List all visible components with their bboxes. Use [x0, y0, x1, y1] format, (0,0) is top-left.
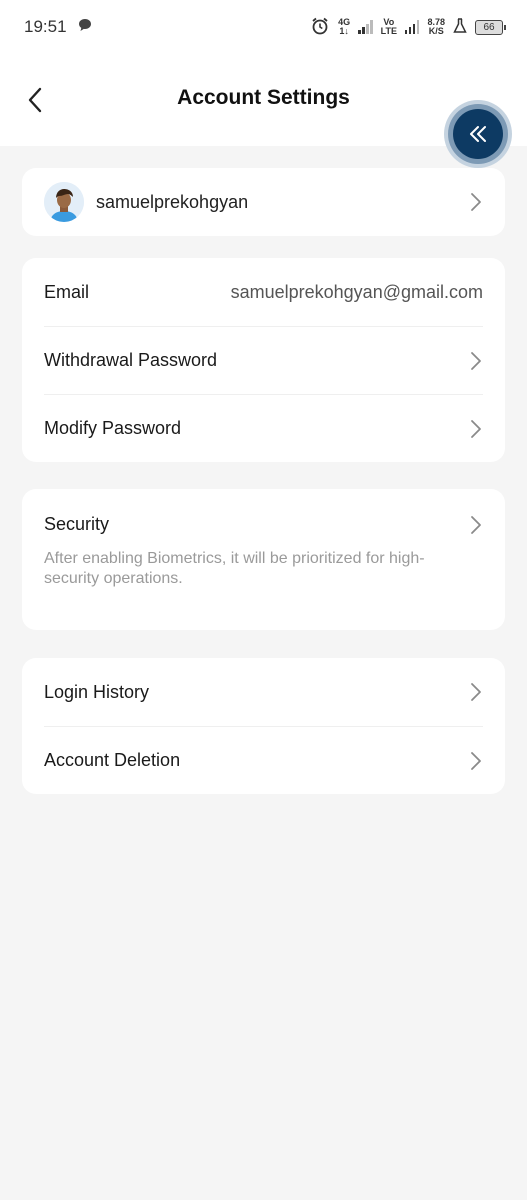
login-history-label: Login History [44, 681, 150, 702]
status-bar: 19:51 4G 1↓ Vo LTE 8.78 K/S 66 [0, 0, 527, 54]
chevron-right-icon [469, 192, 483, 212]
chevron-right-icon [469, 515, 483, 535]
chat-bubble-icon [77, 17, 93, 38]
username: samuelprekohgyan [96, 191, 249, 212]
double-chevron-left-icon [470, 126, 486, 142]
chevron-right-icon [469, 682, 483, 702]
status-left: 19:51 [24, 17, 93, 38]
security-row[interactable]: Security After enabling Biometrics, it w… [22, 489, 505, 589]
login-history-row[interactable]: Login History [44, 658, 483, 726]
flask-icon [453, 18, 467, 36]
security-label: Security [44, 514, 110, 534]
chevron-right-icon [469, 751, 483, 771]
chevron-right-icon [469, 419, 483, 439]
alarm-icon [310, 16, 330, 38]
status-right: 4G 1↓ Vo LTE 8.78 K/S 66 [310, 16, 506, 38]
account-deletion-label: Account Deletion [44, 750, 181, 770]
floating-button-wrapper [444, 100, 512, 168]
speed-indicator: 8.78 K/S [427, 17, 445, 36]
account-deletion-row[interactable]: Account Deletion [44, 726, 483, 794]
account-card: Email samuelprekohgyan@gmail.com Withdra… [22, 258, 505, 462]
withdrawal-password-row[interactable]: Withdrawal Password [44, 326, 483, 394]
modify-password-row[interactable]: Modify Password [44, 394, 483, 462]
page-title: Account Settings [177, 86, 350, 109]
withdrawal-password-label: Withdrawal Password [44, 350, 218, 370]
profile-card: samuelprekohgyan [22, 168, 505, 236]
security-card: Security After enabling Biometrics, it w… [22, 489, 505, 630]
signal-icon-2 [404, 20, 420, 34]
network-indicator: 4G 1↓ [338, 17, 351, 36]
email-row[interactable]: Email samuelprekohgyan@gmail.com [44, 258, 483, 326]
profile-row[interactable]: samuelprekohgyan [22, 168, 505, 236]
history-card: Login History Account Deletion [22, 658, 505, 794]
signal-icon [358, 20, 373, 34]
modify-password-label: Modify Password [44, 418, 182, 438]
avatar [44, 182, 84, 222]
chevron-right-icon [469, 351, 483, 371]
email-value: samuelprekohgyan@gmail.com [230, 281, 483, 302]
email-label: Email [44, 281, 90, 302]
collapse-floating-button[interactable] [453, 109, 503, 159]
security-description: After enabling Biometrics, it will be pr… [44, 550, 425, 587]
volte-indicator: Vo LTE [380, 17, 397, 36]
battery-icon: 66 [475, 19, 506, 35]
status-time: 19:51 [24, 17, 67, 36]
